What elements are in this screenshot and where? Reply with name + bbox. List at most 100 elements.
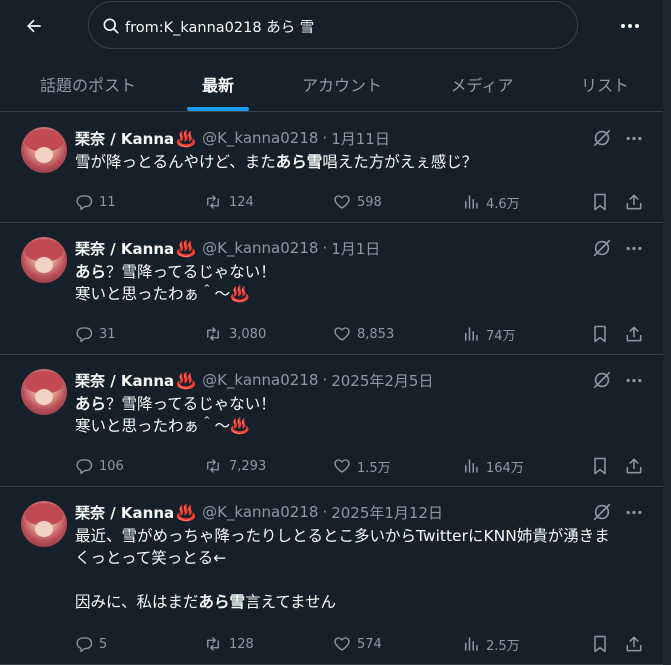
views-button[interactable]: 4.6万	[462, 192, 520, 212]
post-line: 雪が降っとるんやけど、またあら雪唱えた方がえぇ感じ？	[75, 151, 635, 173]
analytics-icon	[465, 637, 478, 651]
post-date[interactable]: 1月1日	[331, 238, 380, 259]
hot-springs-emoji: ♨️	[176, 238, 197, 258]
search-input[interactable]: from:K_kanna0218 あら 雪	[88, 1, 578, 49]
post-text: 言えてません	[245, 593, 337, 611]
hot-springs-emoji: ♨️	[176, 502, 197, 522]
scrollbar[interactable]	[663, 0, 671, 665]
tab-media[interactable]: メディア	[438, 56, 526, 111]
post-text: ？雪降ってるじゃない！	[106, 263, 276, 281]
search-query: from:K_kanna0218 あら 雪	[125, 20, 315, 36]
grok-button[interactable]	[591, 369, 613, 391]
post-text: 唱えた方がえぇ感じ？	[322, 153, 478, 171]
post-line: あら？雪降ってるじゃない！	[75, 393, 635, 415]
like-button[interactable]: 598	[333, 192, 382, 212]
repost-button[interactable]: 7,293	[203, 456, 266, 476]
post-more-button[interactable]	[622, 238, 646, 258]
post[interactable]: 琹奈 / Kanna ♨️ @K_kanna0218 · 1月1日 あら？雪降っ…	[0, 223, 663, 355]
top-bar: from:K_kanna0218 あら 雪	[0, 0, 663, 52]
post[interactable]: 琹奈 / Kanna ♨️ @K_kanna0218 · 2025年1月12日 …	[0, 487, 663, 665]
post-date[interactable]: 2025年2月5日	[331, 370, 433, 391]
views-button[interactable]: 74万	[462, 324, 516, 344]
reply-button[interactable]: 106	[75, 456, 124, 476]
more-options-button[interactable]	[612, 12, 648, 40]
bookmark-button[interactable]	[590, 192, 610, 212]
reply-button[interactable]: 11	[75, 192, 116, 212]
share-button[interactable]	[624, 192, 644, 212]
post[interactable]: 琹奈 / Kanna ♨️ @K_kanna0218 · 1月11日 雪が降っと…	[0, 113, 663, 223]
bookmark-button[interactable]	[590, 324, 610, 344]
grok-button[interactable]	[591, 237, 613, 259]
like-button[interactable]: 8,853	[333, 324, 394, 344]
reply-count: 31	[99, 326, 116, 342]
share-button[interactable]	[624, 324, 644, 344]
separator-dot: ·	[322, 239, 328, 257]
tab-lists[interactable]: リスト	[570, 56, 640, 111]
avatar[interactable]	[21, 237, 67, 283]
user-handle[interactable]: @K_kanna0218	[202, 239, 318, 257]
views-button[interactable]: 2.5万	[462, 634, 520, 654]
reply-icon	[76, 459, 93, 475]
post-body: あら？雪降ってるじゃない！ 寒いと思ったわぁ＾〜♨️	[75, 393, 635, 437]
tab-people[interactable]: アカウント	[292, 56, 392, 111]
repost-icon	[207, 195, 219, 209]
post[interactable]: 琹奈 / Kanna ♨️ @K_kanna0218 · 2025年2月5日 あ…	[0, 355, 663, 487]
more-horizontal-icon	[626, 510, 642, 514]
post-actions: 11 124 598 4.6万	[0, 192, 663, 212]
analytics-icon	[465, 327, 478, 341]
like-button[interactable]: 574	[333, 634, 382, 654]
avatar[interactable]	[21, 127, 67, 173]
repost-button[interactable]: 3,080	[203, 324, 266, 344]
display-name[interactable]: 琹奈 / Kanna	[75, 238, 174, 259]
user-handle[interactable]: @K_kanna0218	[202, 371, 318, 389]
heart-icon	[334, 637, 350, 651]
repost-count: 128	[229, 636, 254, 652]
post-text: 寒いと思ったわぁ＾〜♨️	[75, 285, 250, 303]
post-line: あら？雪降ってるじゃない！	[75, 261, 635, 283]
like-button[interactable]: 1.5万	[333, 456, 391, 476]
post-text: 寒いと思ったわぁ＾〜♨️	[75, 417, 250, 435]
reply-icon	[76, 637, 93, 653]
user-handle[interactable]: @K_kanna0218	[202, 129, 318, 147]
reply-button[interactable]: 5	[75, 634, 107, 654]
user-handle[interactable]: @K_kanna0218	[202, 503, 318, 521]
post-text: 雪が降っとるんやけど、また	[75, 153, 276, 171]
post-text: 最近、雪がめっちゃ降ったりしとるとこ多いからTwitterにKNN姉貴が湧きま	[75, 527, 610, 545]
back-button[interactable]	[18, 12, 50, 40]
post-date[interactable]: 1月11日	[331, 128, 390, 149]
post-more-button[interactable]	[622, 370, 646, 390]
display-name[interactable]: 琹奈 / Kanna	[75, 128, 174, 149]
separator-dot: ·	[322, 503, 328, 521]
display-name[interactable]: 琹奈 / Kanna	[75, 370, 174, 391]
view-count: 74万	[486, 328, 516, 344]
display-name[interactable]: 琹奈 / Kanna	[75, 502, 174, 523]
post-date[interactable]: 2025年1月12日	[331, 502, 443, 523]
tab-top[interactable]: 話題のポスト	[24, 56, 152, 111]
post-more-button[interactable]	[622, 128, 646, 148]
avatar[interactable]	[21, 501, 67, 547]
avatar[interactable]	[21, 369, 67, 415]
share-button[interactable]	[624, 456, 644, 476]
reply-button[interactable]: 31	[75, 324, 116, 344]
like-count: 574	[357, 636, 382, 652]
bookmark-button[interactable]	[590, 634, 610, 654]
share-button[interactable]	[624, 634, 644, 654]
post-more-button[interactable]	[622, 502, 646, 522]
hot-springs-emoji: ♨️	[176, 128, 197, 148]
repost-button[interactable]: 128	[203, 634, 254, 654]
heart-icon	[334, 459, 350, 473]
tab-latest[interactable]: 最新	[186, 56, 250, 111]
bookmark-button[interactable]	[590, 456, 610, 476]
post-body: あら？雪降ってるじゃない！ 寒いと思ったわぁ＾〜♨️	[75, 261, 635, 305]
post-body: 最近、雪がめっちゃ降ったりしとるとこ多いからTwitterにKNN姉貴が湧きまく…	[75, 525, 635, 613]
repost-button[interactable]: 124	[203, 192, 254, 212]
views-button[interactable]: 164万	[462, 456, 524, 476]
post-line: くっとって笑っとる←	[75, 547, 635, 569]
reply-icon	[76, 327, 93, 343]
tab-label: リスト	[580, 75, 629, 95]
grok-icon	[593, 371, 611, 389]
grok-button[interactable]	[591, 127, 613, 149]
grok-button[interactable]	[591, 501, 613, 523]
repost-icon	[207, 459, 219, 473]
post-header: 琹奈 / Kanna ♨️ @K_kanna0218 · 1月1日	[75, 238, 380, 258]
